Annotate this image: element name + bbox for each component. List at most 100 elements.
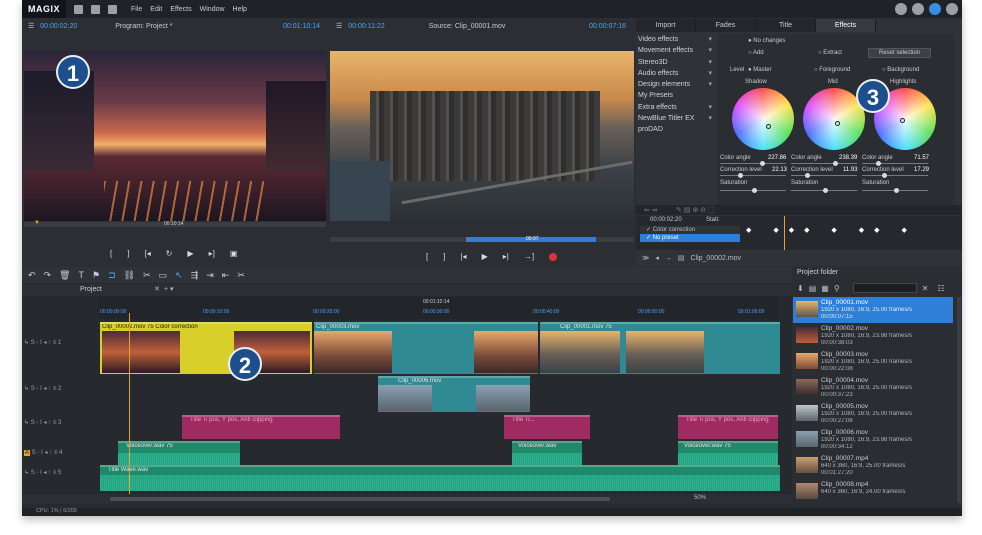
track-header-3[interactable]: ↳ S ◦ I ◂ ↑ ≡ 3 xyxy=(22,419,98,426)
export-frame-icon[interactable]: ▣ xyxy=(230,249,238,258)
keyframe-tools-icons[interactable]: ✎ ▤ ⊕ ⊖ ⬚ xyxy=(676,206,715,214)
category-prodad[interactable]: proDAD xyxy=(636,124,716,135)
timeline-title-1[interactable]: Title Ti pos, Y pos, Anti clipping xyxy=(182,415,340,439)
timeline-h-scrollbar[interactable] xyxy=(110,497,610,501)
source-prev-icon[interactable]: |◂ xyxy=(460,252,466,261)
list-item[interactable]: Clip_00001.mov 1920 x 1080, 16:9, 25.00 … xyxy=(793,297,953,323)
playhead[interactable] xyxy=(129,313,130,497)
list-item[interactable]: Clip_00002.mov 1920 x 1080, 16:9, 23.98 … xyxy=(793,323,953,349)
list-view-icon[interactable]: ☷ xyxy=(937,284,944,293)
track-header-1[interactable]: ↳ S ◦ I ◂ ↑ ≡ 1 xyxy=(22,339,98,346)
marker-icon[interactable]: ⚑ xyxy=(92,270,100,281)
tab-import[interactable]: Import xyxy=(636,19,696,32)
timeline-audio-2[interactable]: Voiceover.wav xyxy=(512,441,582,465)
link-icon[interactable]: ⛓ xyxy=(124,270,135,281)
level-foreground-radio[interactable]: ○ Foreground xyxy=(814,67,850,73)
list-item[interactable]: Clip_00007.mp4 640 x 360, 16:9, 25.00 fr… xyxy=(793,453,953,479)
filter-icon[interactable]: ⚲ xyxy=(834,284,840,293)
timeline-clip-v1-a[interactable]: Clip_00002.mov 75 Color correction xyxy=(100,322,312,374)
track-header-5[interactable]: ↳ S ◦ I ◂ ↑ ≡ 5 xyxy=(22,469,98,476)
mid-color-angle-value[interactable]: 238.39 xyxy=(839,155,857,161)
grid-view-icon[interactable]: ▦ xyxy=(821,284,829,293)
level-master-radio[interactable]: ● Master xyxy=(748,67,772,73)
ripple-icon[interactable]: ⊐ xyxy=(108,270,116,281)
category-stereo3d[interactable]: Stereo3D xyxy=(636,57,716,69)
category-video-effects[interactable]: Video effects xyxy=(636,34,716,46)
mark-out-icon[interactable]: ] xyxy=(127,249,129,258)
folder-icon[interactable]: ▤ xyxy=(809,284,817,293)
highlights-color-angle-value[interactable]: 71.57 xyxy=(914,155,929,161)
clear-search-icon[interactable]: ✕ xyxy=(922,284,929,293)
highlights-saturation-slider[interactable] xyxy=(862,188,928,193)
category-newblue-titler[interactable]: NewBlue Titler EX xyxy=(636,113,716,125)
record-icon[interactable] xyxy=(549,252,558,261)
pointer-icon[interactable]: ↖ xyxy=(175,270,183,281)
highlights-angle-slider[interactable] xyxy=(862,161,928,166)
back-icon[interactable]: ◂ xyxy=(655,254,659,262)
open-folder-icon[interactable] xyxy=(91,4,101,14)
reset-selection-button[interactable]: Reset selection xyxy=(868,48,932,58)
mid-saturation-slider[interactable] xyxy=(791,188,857,193)
list-item[interactable]: Clip_00004.mov 1920 x 1080, 16:9, 25.00 … xyxy=(793,375,953,401)
track-header-4[interactable]: A S ◦ I ◂ ↑ ≡ 4 xyxy=(22,449,98,456)
tab-fades[interactable]: Fades xyxy=(696,19,756,32)
timeline-title-3[interactable]: Title Ti pos, Y pos, Anti clipping xyxy=(678,415,778,439)
keyframe-nav-icons[interactable]: ⇐ ⇒ xyxy=(644,206,658,214)
timeline-clip-v1-c[interactable]: Clip_00001.mov 75 xyxy=(540,322,780,374)
timeline-music[interactable]: Title Wave.wav xyxy=(100,465,780,491)
delete-icon[interactable]: 🗑 xyxy=(59,270,70,281)
source-next-icon[interactable]: ▸| xyxy=(503,252,509,261)
menu-effects[interactable]: Effects xyxy=(170,6,191,13)
keyframe-row-preset[interactable]: ✓ No preset xyxy=(640,234,740,242)
extract-radio[interactable]: ○ Extract xyxy=(818,50,842,56)
category-extra-effects[interactable]: Extra effects xyxy=(636,102,716,114)
cd-icon[interactable] xyxy=(895,3,907,15)
multi-select-icon[interactable]: ⇶ xyxy=(191,270,199,281)
mid-correction-slider[interactable] xyxy=(791,173,857,178)
download-icon[interactable]: ⬇ xyxy=(797,284,804,293)
range-icon[interactable]: ⇤ xyxy=(222,270,230,281)
text-icon[interactable]: T xyxy=(79,270,85,280)
keyframe-row-color-correction[interactable]: ✓ Color correction xyxy=(640,226,740,234)
track-header-2[interactable]: ↳ S ◦ I ◂ ↑ ≡ 2 xyxy=(22,385,98,392)
settings-gear-icon[interactable] xyxy=(929,3,941,15)
menu-edit[interactable]: Edit xyxy=(150,6,162,13)
list-item[interactable]: Clip_00005.mov 1920 x 1080, 16:9, 25.00 … xyxy=(793,401,953,427)
timeline-title-2[interactable]: Title Ti... xyxy=(504,415,590,439)
shadow-saturation-slider[interactable] xyxy=(720,188,786,193)
source-insert-icon[interactable]: →] xyxy=(524,252,534,261)
project-folder-scrollbar[interactable] xyxy=(957,297,961,503)
shadow-color-wheel[interactable] xyxy=(732,88,794,150)
level-background-radio[interactable]: ○ Background xyxy=(882,67,919,73)
undo-icon[interactable]: ↶ xyxy=(28,270,36,281)
timeline-ruler[interactable]: 00:01:10:14 00:00:00:00 00:00:10:00 00:0… xyxy=(98,297,778,319)
unlink-icon[interactable]: ✂ xyxy=(143,270,151,281)
category-my-presets[interactable]: My Presets xyxy=(636,90,716,101)
next-marker-icon[interactable]: ▸] xyxy=(209,249,215,258)
save-icon[interactable] xyxy=(108,4,118,14)
menu-file[interactable]: File xyxy=(131,6,142,13)
project-search-input[interactable] xyxy=(852,283,917,293)
menu-icon[interactable]: ☰ xyxy=(28,22,34,30)
trim-icon[interactable]: ⇥ xyxy=(206,270,214,281)
forward-icon[interactable]: → xyxy=(665,255,672,262)
timeline-clip-v1-b[interactable]: Clip_00003.mov xyxy=(314,322,538,374)
shadow-color-angle-value[interactable]: 227.86 xyxy=(768,155,786,161)
category-audio-effects[interactable]: Audio effects xyxy=(636,68,716,80)
prev-marker-icon[interactable]: [◂ xyxy=(144,249,150,258)
menu-help[interactable]: Help xyxy=(233,6,247,13)
new-file-icon[interactable] xyxy=(74,4,84,14)
timeline-audio-1[interactable]: Voiceover.wav 75 xyxy=(118,441,240,465)
source-scrubbar[interactable]: 00:07 xyxy=(330,236,634,242)
tab-title[interactable]: Title xyxy=(756,19,816,32)
loop-icon[interactable]: ↻ xyxy=(166,249,173,258)
category-design-elements[interactable]: Design elements xyxy=(636,79,716,91)
highlights-correction-slider[interactable] xyxy=(862,173,928,178)
program-scrubbar[interactable]: ▼ 00:10:14 xyxy=(24,220,326,227)
monitor-icon[interactable] xyxy=(912,3,924,15)
tab-project[interactable]: Project xyxy=(80,286,102,293)
cut-icon[interactable]: ✂ xyxy=(237,270,245,281)
list-item[interactable]: Clip_00008.mp4 640 x 360, 16:9, 24.00 fr… xyxy=(793,479,953,505)
timeline-audio-3[interactable]: Voiceover.wav 75 xyxy=(678,441,778,465)
source-preview[interactable] xyxy=(330,51,634,221)
